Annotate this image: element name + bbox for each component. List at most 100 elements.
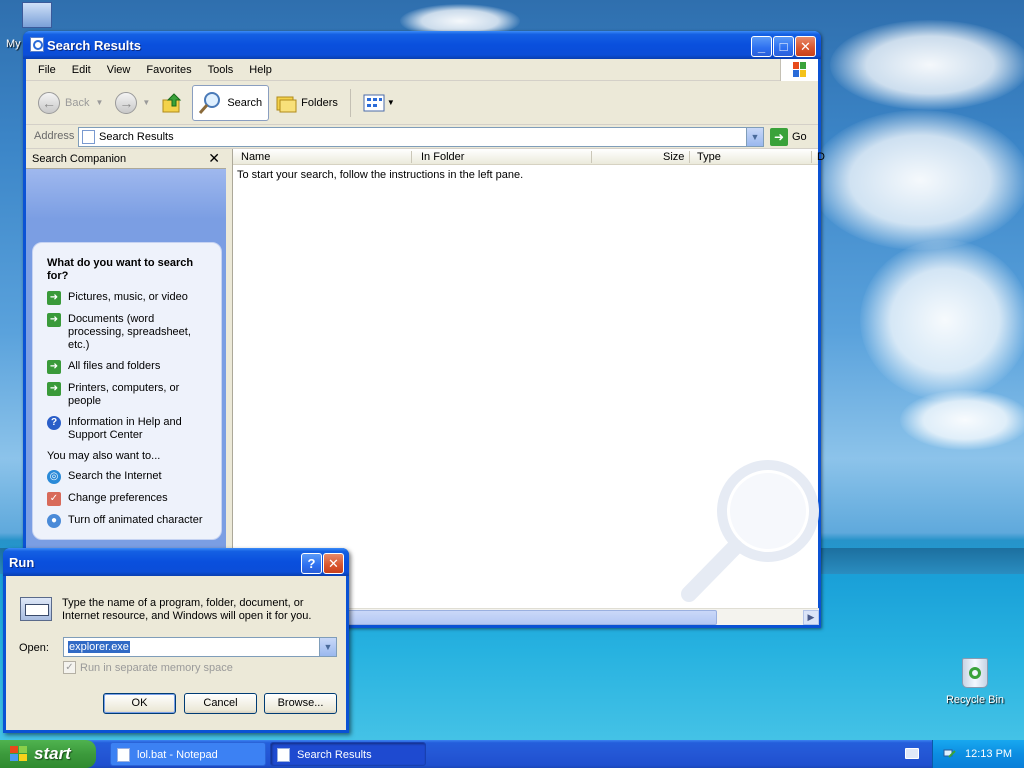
menu-tools[interactable]: Tools bbox=[200, 64, 242, 76]
window-title: Search Results bbox=[47, 38, 141, 53]
views-button[interactable]: ▼ bbox=[359, 85, 399, 121]
option-label: Change preferences bbox=[68, 492, 168, 504]
go-button[interactable]: ➜ Go bbox=[770, 128, 807, 146]
column-in-folder[interactable]: In Folder bbox=[421, 151, 464, 163]
arrow-right-icon: ➜ bbox=[47, 360, 61, 374]
network-icon[interactable] bbox=[943, 747, 957, 761]
option-change-preferences[interactable]: ✓ Change preferences bbox=[47, 492, 211, 506]
arrow-right-icon: ➜ bbox=[47, 382, 61, 396]
go-label: Go bbox=[792, 131, 807, 143]
address-input[interactable]: Search Results ▼ bbox=[78, 127, 764, 147]
folders-button[interactable]: Folders bbox=[271, 85, 342, 121]
column-name[interactable]: Name bbox=[241, 151, 270, 163]
back-button[interactable]: ← Back ▼ bbox=[34, 85, 107, 121]
desktop-icon-recycle-bin[interactable]: Recycle Bin bbox=[940, 658, 1010, 706]
menu-file[interactable]: File bbox=[30, 64, 64, 76]
task-label: lol.bat - Notepad bbox=[137, 749, 218, 761]
search-button[interactable]: Search bbox=[192, 84, 270, 121]
toolbar-separator bbox=[349, 88, 351, 117]
menu-view[interactable]: View bbox=[99, 64, 139, 76]
option-label: Turn off animated character bbox=[68, 514, 203, 526]
maximize-icon: □ bbox=[779, 39, 788, 54]
desktop-icon-my-computer[interactable]: My bbox=[4, 2, 52, 50]
run-titlebar[interactable]: Run ? ✕ bbox=[3, 548, 349, 576]
cloud bbox=[860, 240, 1024, 400]
open-label: Open: bbox=[19, 642, 49, 654]
checkbox-icon: ✓ bbox=[63, 661, 76, 674]
option-all-files-folders[interactable]: ➜ All files and folders bbox=[47, 360, 211, 374]
start-button[interactable]: start bbox=[0, 740, 96, 768]
address-value: Search Results bbox=[99, 131, 174, 143]
cloud bbox=[810, 110, 1024, 250]
task-search-results[interactable]: Search Results bbox=[270, 742, 426, 766]
help-icon: ? bbox=[47, 416, 61, 430]
arrow-right-icon: ➜ bbox=[47, 313, 61, 327]
browse-button[interactable]: Browse... bbox=[264, 693, 337, 714]
address-label: Address bbox=[34, 130, 75, 142]
cancel-button[interactable]: Cancel bbox=[184, 693, 257, 714]
maximize-button[interactable]: □ bbox=[773, 36, 794, 57]
menu-bar: File Edit View Favorites Tools Help bbox=[26, 59, 818, 81]
computer-icon bbox=[22, 2, 52, 28]
system-tray: 12:13 PM bbox=[932, 740, 1024, 768]
standard-toolbar: ← Back ▼ → ▼ Search Folders ▼ bbox=[26, 81, 818, 125]
recycle-bin-icon bbox=[962, 658, 988, 688]
search-results-icon bbox=[82, 130, 95, 144]
keyboard-icon[interactable] bbox=[905, 748, 919, 759]
notepad-icon bbox=[117, 748, 130, 762]
ok-button[interactable]: OK bbox=[103, 693, 176, 714]
option-documents[interactable]: ➜ Documents (word processing, spreadshee… bbox=[47, 313, 211, 352]
column-size[interactable]: Size bbox=[663, 151, 684, 163]
clock[interactable]: 12:13 PM bbox=[965, 740, 1012, 768]
forward-arrow-icon: → bbox=[115, 91, 138, 114]
chevron-down-icon: ▼ bbox=[95, 98, 104, 107]
option-printers-computers-people[interactable]: ➜ Printers, computers, or people bbox=[47, 382, 211, 408]
taskbar: start lol.bat - Notepad Search Results 1… bbox=[0, 740, 1024, 768]
search-window-icon bbox=[30, 37, 44, 52]
search-question: What do you want to search for? bbox=[47, 257, 194, 282]
close-button[interactable]: ✕ bbox=[323, 553, 344, 574]
option-label: Search the Internet bbox=[68, 470, 162, 482]
menu-favorites[interactable]: Favorites bbox=[138, 64, 199, 76]
search-companion-header: Search Companion ✕ bbox=[26, 149, 226, 169]
option-label: Documents (word processing, spreadsheet,… bbox=[68, 313, 191, 351]
close-icon: ✕ bbox=[800, 39, 811, 54]
start-label: start bbox=[34, 744, 71, 763]
address-dropdown-button[interactable]: ▼ bbox=[746, 128, 763, 146]
window-titlebar[interactable]: Search Results _ □ ✕ bbox=[23, 31, 821, 59]
scroll-right-button[interactable]: ▶ bbox=[803, 610, 819, 625]
menu-help[interactable]: Help bbox=[241, 64, 280, 76]
search-companion-title: Search Companion bbox=[32, 153, 127, 165]
option-label: Information in Help and Support Center bbox=[68, 416, 182, 441]
preferences-icon: ✓ bbox=[47, 492, 61, 506]
option-pictures-music-video[interactable]: ➜ Pictures, music, or video bbox=[47, 291, 211, 305]
column-type[interactable]: Type bbox=[697, 151, 721, 163]
pane-band bbox=[26, 169, 226, 219]
close-button[interactable]: ✕ bbox=[795, 36, 816, 57]
search-results-window: Search Results _ □ ✕ File Edit View Favo… bbox=[23, 31, 825, 628]
up-folder-icon bbox=[162, 92, 182, 112]
back-label: Back bbox=[65, 96, 90, 109]
magnifier-watermark-icon bbox=[681, 460, 819, 602]
open-dropdown-button[interactable]: ▼ bbox=[319, 638, 336, 656]
minimize-button[interactable]: _ bbox=[751, 36, 772, 57]
option-search-internet[interactable]: ◎ Search the Internet bbox=[47, 470, 211, 484]
search-results-icon bbox=[277, 748, 290, 762]
run-icon bbox=[20, 597, 52, 621]
column-divider bbox=[811, 151, 812, 163]
option-label: Pictures, music, or video bbox=[68, 291, 188, 303]
menu-edit[interactable]: Edit bbox=[64, 64, 99, 76]
forward-button[interactable]: → ▼ bbox=[111, 85, 154, 121]
close-pane-button[interactable]: ✕ bbox=[208, 150, 220, 167]
address-bar: Address Search Results ▼ ➜ Go bbox=[26, 125, 818, 149]
open-input[interactable]: explorer.exe ▼ bbox=[63, 637, 337, 657]
up-folder-button[interactable] bbox=[156, 85, 188, 121]
cloud bbox=[900, 390, 1024, 450]
task-notepad[interactable]: lol.bat - Notepad bbox=[110, 742, 266, 766]
option-turn-off-character[interactable]: ● Turn off animated character bbox=[47, 514, 211, 528]
separate-memory-checkbox[interactable]: ✓ Run in separate memory space bbox=[63, 661, 233, 674]
checkbox-label: Run in separate memory space bbox=[80, 661, 233, 674]
help-button[interactable]: ? bbox=[301, 553, 322, 574]
option-help-support[interactable]: ? Information in Help and Support Center bbox=[47, 416, 211, 442]
column-cut[interactable]: D bbox=[817, 151, 825, 163]
